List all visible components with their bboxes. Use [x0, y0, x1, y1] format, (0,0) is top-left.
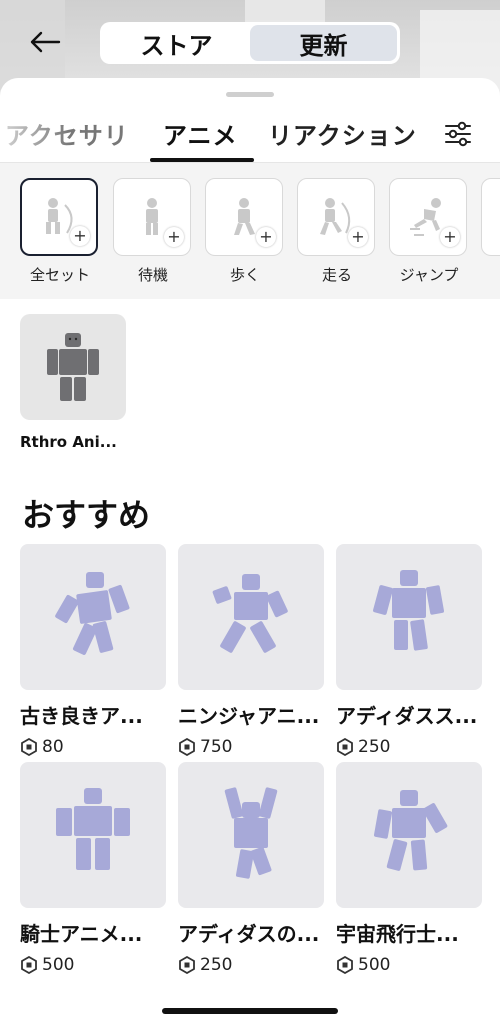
recommended-thumbnail: [178, 544, 324, 690]
category-more[interactable]: [481, 178, 500, 256]
recommended-thumbnail: [336, 544, 482, 690]
avatar-figure-icon: [56, 788, 130, 870]
filter-button[interactable]: [440, 116, 476, 152]
category-run[interactable]: + 走る: [297, 178, 377, 285]
recommended-name: アディダスの...: [178, 922, 320, 946]
price-value: 250: [200, 955, 233, 975]
price: 250: [178, 955, 324, 975]
category-thumb: +: [297, 178, 375, 256]
arrow-left-icon: [30, 31, 61, 53]
price-value: 80: [42, 737, 64, 757]
price-value: 500: [42, 955, 75, 975]
price: 500: [20, 955, 166, 975]
avatar-figure-icon: [373, 790, 448, 871]
robux-icon: [337, 956, 353, 974]
category-thumb: +: [20, 178, 98, 256]
price: 500: [336, 955, 482, 975]
category-thumb: [481, 178, 500, 256]
recommended-card[interactable]: アディダスス... 250: [336, 544, 482, 757]
add-icon: +: [70, 226, 90, 246]
add-icon: +: [440, 227, 460, 247]
category-full-set[interactable]: + 全セット: [20, 178, 100, 285]
recommended-name: 古き良きア...: [20, 704, 143, 728]
recommended-thumbnail: [336, 762, 482, 908]
tab-animation[interactable]: アニメ: [163, 116, 238, 151]
recommended-card[interactable]: ニンジャアニ... 750: [178, 544, 324, 757]
store-update-toggle: ストア 更新: [100, 22, 400, 64]
category-row: + 全セット + 待機 + 歩く + 走る + ジャンプ: [0, 163, 500, 299]
sheet-grabber[interactable]: [226, 92, 274, 97]
category-jump[interactable]: + ジャンプ: [389, 178, 469, 285]
category-thumb: +: [389, 178, 467, 256]
avatar-figure-icon: [373, 570, 445, 651]
robux-icon: [179, 956, 195, 974]
price-value: 500: [358, 955, 391, 975]
category-label: 歩く: [229, 266, 260, 284]
recommended-card[interactable]: 騎士アニメ... 500: [20, 762, 166, 975]
avatar-figure-icon: [212, 574, 288, 653]
recommended-thumbnail: [20, 544, 166, 690]
recommended-name: アディダスス...: [336, 704, 478, 728]
recommended-thumbnail: [20, 762, 166, 908]
recommended-card[interactable]: 宇宙飛行士... 500: [336, 762, 482, 975]
recommended-card[interactable]: アディダスの... 250: [178, 762, 324, 975]
category-idle[interactable]: + 待機: [113, 178, 193, 285]
robux-icon: [21, 956, 37, 974]
price-value: 750: [200, 737, 233, 757]
back-button[interactable]: [25, 22, 65, 62]
category-thumb: +: [113, 178, 191, 256]
tabs-fade: [0, 106, 70, 162]
segment-store[interactable]: ストア: [103, 25, 250, 61]
category-thumb: +: [205, 178, 283, 256]
category-label: 走る: [321, 266, 352, 284]
bottom-sheet: アクセサリ アニメ リアクション + 全セット: [0, 78, 500, 1024]
tab-reaction[interactable]: リアクション: [268, 116, 417, 151]
add-icon: +: [164, 227, 184, 247]
avatar-figure-icon: [55, 572, 130, 655]
recommended-name: 騎士アニメ...: [20, 922, 143, 946]
owned-item-name[interactable]: Rthro Ani...: [20, 433, 140, 451]
owned-item-thumbnail[interactable]: [20, 314, 126, 420]
price: 750: [178, 737, 324, 757]
recommended-name: ニンジャアニ...: [178, 704, 320, 728]
recommended-name: 宇宙飛行士...: [336, 922, 459, 946]
category-label: 全セット: [29, 266, 90, 284]
avatar-figure-icon: [224, 787, 278, 879]
category-walk[interactable]: + 歩く: [205, 178, 285, 285]
category-label: ジャンプ: [399, 266, 459, 284]
add-icon: +: [256, 227, 276, 247]
add-icon: +: [348, 227, 368, 247]
segment-update[interactable]: 更新: [250, 25, 397, 61]
section-title: おすすめ: [22, 496, 151, 534]
robux-icon: [21, 738, 37, 756]
sliders-icon: [445, 121, 471, 147]
price: 80: [20, 737, 166, 757]
tab-bar: アクセサリ アニメ リアクション: [0, 106, 500, 162]
robux-icon: [179, 738, 195, 756]
home-indicator[interactable]: [162, 1008, 338, 1014]
recommended-card[interactable]: 古き良きア... 80: [20, 544, 166, 757]
robux-icon: [337, 738, 353, 756]
recommended-thumbnail: [178, 762, 324, 908]
price: 250: [336, 737, 482, 757]
category-label: 待機: [137, 266, 168, 284]
price-value: 250: [358, 737, 391, 757]
avatar-figure-icon: [47, 333, 99, 401]
